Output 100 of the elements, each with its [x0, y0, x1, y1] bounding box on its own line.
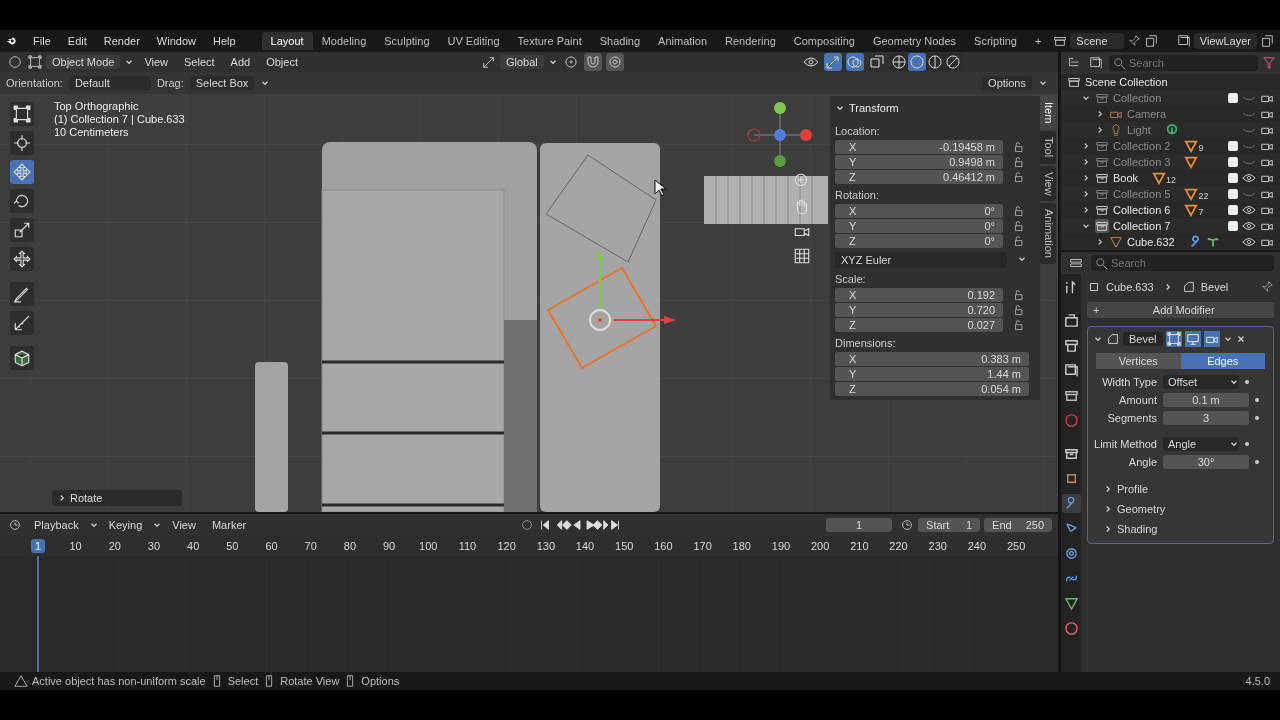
- xray-icon[interactable]: [868, 53, 886, 71]
- number-field[interactable]: 3: [1163, 411, 1249, 425]
- menu-item[interactable]: View: [138, 56, 175, 68]
- scene-icon[interactable]: [1053, 34, 1068, 48]
- outliner-item[interactable]: Cube.632: [1127, 236, 1175, 248]
- orientation-dropdown[interactable]: Global: [500, 55, 544, 69]
- sidebar-tab[interactable]: Item: [1040, 96, 1056, 130]
- number-field[interactable]: X 0°: [835, 204, 1003, 218]
- exclude-checkbox[interactable]: [1228, 189, 1238, 199]
- workspace-tab[interactable]: Texture Paint: [508, 32, 591, 50]
- keyframe-dot-icon[interactable]: [1255, 460, 1259, 464]
- keyframe-dot-icon[interactable]: [1255, 398, 1259, 402]
- orientation-dropdown[interactable]: Default: [68, 76, 151, 90]
- stopwatch-icon[interactable]: [900, 518, 915, 532]
- subpanel-header[interactable]: Geometry: [1117, 503, 1166, 515]
- menu-item[interactable]: Render: [96, 35, 147, 47]
- outliner-item[interactable]: Scene Collection: [1085, 76, 1168, 88]
- exclude-checkbox[interactable]: [1228, 221, 1238, 231]
- outliner-item[interactable]: Collection 3: [1113, 156, 1171, 168]
- filter-icon[interactable]: [1262, 56, 1276, 70]
- exclude-checkbox[interactable]: [1228, 173, 1238, 183]
- grid-icon[interactable]: [793, 247, 811, 265]
- lock-icon[interactable]: [1013, 318, 1026, 332]
- menu-item[interactable]: Help: [205, 35, 243, 47]
- exclude-checkbox[interactable]: [1228, 93, 1238, 103]
- scale-tool-icon[interactable]: [10, 218, 34, 242]
- menu-item[interactable]: Marker: [205, 519, 253, 531]
- wireframe-shading-icon[interactable]: [890, 53, 908, 71]
- menu-item[interactable]: View: [166, 519, 202, 531]
- workspace-tab[interactable]: Layout: [261, 32, 313, 50]
- editor-type-icon[interactable]: [6, 53, 24, 71]
- solid-shading-icon[interactable]: [908, 53, 926, 71]
- lock-icon[interactable]: [1013, 140, 1026, 154]
- number-field[interactable]: X 0.192: [835, 288, 1003, 302]
- modifier-name-field[interactable]: Bevel: [1123, 332, 1163, 346]
- exclude-checkbox[interactable]: [1228, 157, 1238, 167]
- keyframe-dot-icon[interactable]: [1245, 442, 1249, 446]
- transform-tool-icon[interactable]: [10, 247, 34, 271]
- sidebar-tab[interactable]: Animation: [1040, 203, 1056, 265]
- number-field[interactable]: Z 0.027: [835, 318, 1003, 332]
- current-frame-field[interactable]: 1: [826, 518, 893, 532]
- number-field[interactable]: 30°: [1163, 455, 1249, 469]
- keyframe-dot-icon[interactable]: [1245, 380, 1249, 384]
- move-tool-icon[interactable]: [10, 160, 34, 184]
- menu-item[interactable]: Playback: [28, 519, 85, 531]
- record-icon[interactable]: [520, 518, 535, 532]
- move-gizmo[interactable]: [589, 250, 676, 331]
- eye-icon[interactable]: [1242, 203, 1256, 217]
- menu-item[interactable]: Object: [260, 56, 304, 68]
- view-layer-icon[interactable]: [1176, 34, 1191, 48]
- number-field[interactable]: Z 0.054 m: [835, 382, 1029, 396]
- rendered-shading-icon[interactable]: [944, 53, 962, 71]
- navigation-gizmo[interactable]: [747, 102, 812, 167]
- copy-icon[interactable]: [1143, 34, 1158, 48]
- camera-icon[interactable]: [1203, 331, 1220, 347]
- keyframe-dot-icon[interactable]: [1255, 416, 1259, 420]
- view-layer-name-field[interactable]: ViewLayer: [1193, 33, 1257, 49]
- affect-toggle[interactable]: Edges: [1180, 353, 1265, 369]
- outliner-item[interactable]: Light: [1127, 124, 1151, 136]
- menu-item[interactable]: Add: [224, 56, 257, 68]
- edit-mode-icon[interactable]: [1165, 331, 1182, 347]
- outliner-item[interactable]: Collection: [1113, 92, 1162, 104]
- overlay-icon[interactable]: [846, 53, 864, 71]
- workspace-tab[interactable]: Shading: [590, 32, 650, 50]
- number-field[interactable]: Y 1.44 m: [835, 367, 1029, 381]
- number-field[interactable]: 0.1 m: [1163, 393, 1249, 407]
- drag-dropdown[interactable]: Select Box: [189, 76, 255, 90]
- material-shading-icon[interactable]: [926, 53, 944, 71]
- workspace-tab[interactable]: Sculpting: [375, 32, 439, 50]
- lock-icon[interactable]: [1013, 303, 1026, 317]
- add-workspace-button[interactable]: +: [1025, 32, 1051, 50]
- exclude-checkbox[interactable]: [1228, 141, 1238, 151]
- modifier-tab-icon[interactable]: [1061, 494, 1081, 513]
- outliner-item[interactable]: Camera: [1127, 108, 1167, 120]
- copy-icon[interactable]: [1260, 34, 1274, 48]
- menu-item[interactable]: Edit: [60, 35, 94, 47]
- affect-toggle[interactable]: Vertices: [1096, 353, 1181, 369]
- measure-tool-icon[interactable]: [10, 311, 34, 335]
- subpanel-header[interactable]: Shading: [1117, 523, 1158, 535]
- number-field[interactable]: Z 0°: [835, 234, 1003, 248]
- lock-icon[interactable]: [1013, 204, 1026, 218]
- search-field[interactable]: Search: [1109, 55, 1258, 71]
- number-field[interactable]: Y 0.9498 m: [835, 155, 1003, 169]
- exclude-checkbox[interactable]: [1228, 205, 1238, 215]
- add-modifier-button[interactable]: + Add Modifier: [1087, 302, 1274, 318]
- close-icon[interactable]: [1235, 334, 1246, 344]
- number-field[interactable]: Y 0.720: [835, 303, 1003, 317]
- menu-item[interactable]: Keying: [102, 519, 149, 531]
- lock-icon[interactable]: [1013, 155, 1026, 169]
- workspace-tab[interactable]: Animation: [649, 32, 716, 50]
- menu-item[interactable]: Window: [149, 35, 203, 47]
- number-field[interactable]: Z 0.46412 m: [835, 170, 1003, 184]
- snap-icon[interactable]: [583, 53, 602, 71]
- workspace-tab[interactable]: Rendering: [716, 32, 785, 50]
- number-field[interactable]: X -0.19458 m: [835, 140, 1003, 154]
- lock-icon[interactable]: [1013, 234, 1026, 248]
- workspace-tab[interactable]: Compositing: [784, 32, 864, 50]
- object-mode-icon[interactable]: [28, 55, 42, 69]
- workspace-tab[interactable]: UV Editing: [438, 32, 509, 50]
- cursor-tool-icon[interactable]: [10, 131, 34, 155]
